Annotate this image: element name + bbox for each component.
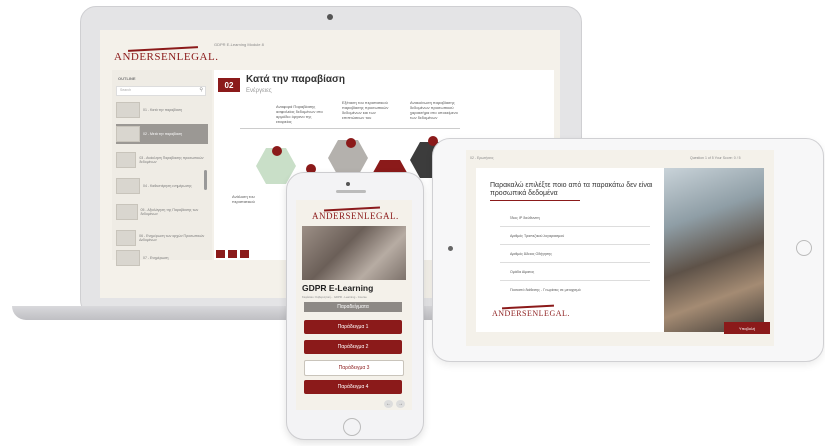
outline-item-active[interactable]: 02 - Μετά την παραβίαση: [116, 124, 208, 144]
outline-item[interactable]: 05 - Αξιολόγηση της Παραβίασης των δεδομ…: [116, 202, 208, 222]
step-marker: [346, 138, 356, 148]
example-4-button[interactable]: Παράδειγμα 4: [304, 380, 402, 394]
slide-thumbnail: [116, 152, 137, 168]
option-divider: [500, 280, 650, 281]
outline-item[interactable]: 06 - Ενημέρωση των αρχών Προσωπικών Δεδο…: [116, 228, 208, 248]
answer-option-1[interactable]: Ίδιος IP διεύθυνση: [510, 216, 630, 220]
slide-thumbnail: [116, 178, 140, 194]
step-text: Αναφορά Παραβίασης ασφαλείας δεδομένων σ…: [276, 104, 323, 124]
slide-thumbnail: [116, 204, 138, 220]
question-text: Παρακαλώ επιλέξτε ποιο από τα παρακάτω δ…: [490, 182, 653, 197]
phone-speaker: [336, 190, 366, 193]
step-text: Ανακοίνωση παραβίασης δεδομένων προσωπικ…: [410, 100, 458, 120]
next-arrow-icon[interactable]: →: [396, 400, 405, 408]
phone-course-title: GDPR E-Learning: [302, 283, 374, 293]
people-photo: [664, 168, 764, 332]
phone-camera: [346, 182, 350, 186]
submit-button[interactable]: Υποβολή: [724, 322, 770, 334]
step-marker: [272, 146, 282, 156]
answer-option-4[interactable]: Ομάδα Αίματος: [510, 270, 630, 274]
phone-course-subtitle: Κεφάλαιο: Κυβερνητική... GDPR - Learning…: [302, 295, 367, 299]
tablet-header-right: Question 1 of 5 Your Score: 0 / 5: [690, 156, 741, 160]
prev-arrow-icon[interactable]: ←: [384, 400, 393, 408]
slide-thumbnail: [116, 126, 140, 142]
timeline-line: [240, 128, 460, 129]
course-header-title: GDPR E-Learning Module 8: [214, 42, 264, 47]
outline-search-input[interactable]: Search ⚲: [116, 86, 206, 96]
outline-item[interactable]: 04 - Καθυστέρηση ενημέρωσης: [116, 176, 208, 196]
outline-heading: OUTLINE: [118, 76, 136, 81]
slide-subtitle: Ενέργειες: [246, 88, 272, 94]
examples-section-header: Παραδείγματα: [304, 302, 402, 312]
outline-item[interactable]: 01 - Κατά την παραβίαση: [116, 100, 208, 120]
option-divider: [500, 262, 650, 263]
question-underline: [490, 200, 580, 201]
laptop-camera: [327, 14, 333, 20]
phone-logo: ANDERSENLEGAL.: [312, 206, 399, 221]
option-divider: [500, 244, 650, 245]
slide-thumbnail: [116, 102, 140, 118]
laptop-logo: ANDERSENLEGAL.: [114, 46, 218, 63]
example-3-button[interactable]: Παράδειγμα 3: [304, 360, 404, 376]
answer-option-2[interactable]: Αριθμός Τραπεζικού λογαριασμού: [510, 234, 630, 238]
search-icon[interactable]: ⚲: [199, 87, 203, 93]
next-nav-button[interactable]: [240, 250, 249, 258]
tablet-logo: ANDERSENLEGAL.: [492, 304, 570, 318]
slide-thumbnail: [116, 250, 140, 266]
example-2-button[interactable]: Παράδειγμα 2: [304, 340, 402, 354]
phone-home-button[interactable]: [343, 418, 361, 436]
slide-title: Κατά την παραβίαση: [246, 74, 345, 85]
step-text: Ανάλυση του περιστατικού: [232, 194, 255, 204]
sidebar-scrollbar[interactable]: [204, 170, 207, 190]
outline-item[interactable]: 07 - Ενημέρωση: [116, 248, 208, 268]
answer-option-3[interactable]: Αριθμός Άδειας Οδήγησης: [510, 252, 630, 256]
slide-thumbnail: [116, 230, 137, 246]
answer-option-5[interactable]: Ποσοστό διάθεσης - Γνωρίσεις σε μετοχισμ…: [510, 288, 630, 292]
example-1-button[interactable]: Παράδειγμα 1: [304, 320, 402, 334]
step-text: Εξέταση του περιστατικού παραβίασης προσ…: [342, 100, 389, 120]
option-divider: [500, 226, 650, 227]
tablet-camera: [448, 246, 453, 251]
tablet-home-button[interactable]: [796, 240, 812, 256]
outline-sidebar: OUTLINE Search ⚲ 01 - Κατά την παραβίαση…: [112, 70, 212, 266]
tablet-header-left: 02 - Ερωτήσεις: [470, 156, 494, 160]
outline-item[interactable]: 03 - Ανάκληση Παραβίασης προσωπικών δεδο…: [116, 150, 208, 170]
prev-nav-button[interactable]: [216, 250, 225, 258]
hero-photo: [302, 226, 406, 280]
pause-button[interactable]: [228, 250, 237, 258]
slide-number-badge: 02: [218, 78, 240, 92]
